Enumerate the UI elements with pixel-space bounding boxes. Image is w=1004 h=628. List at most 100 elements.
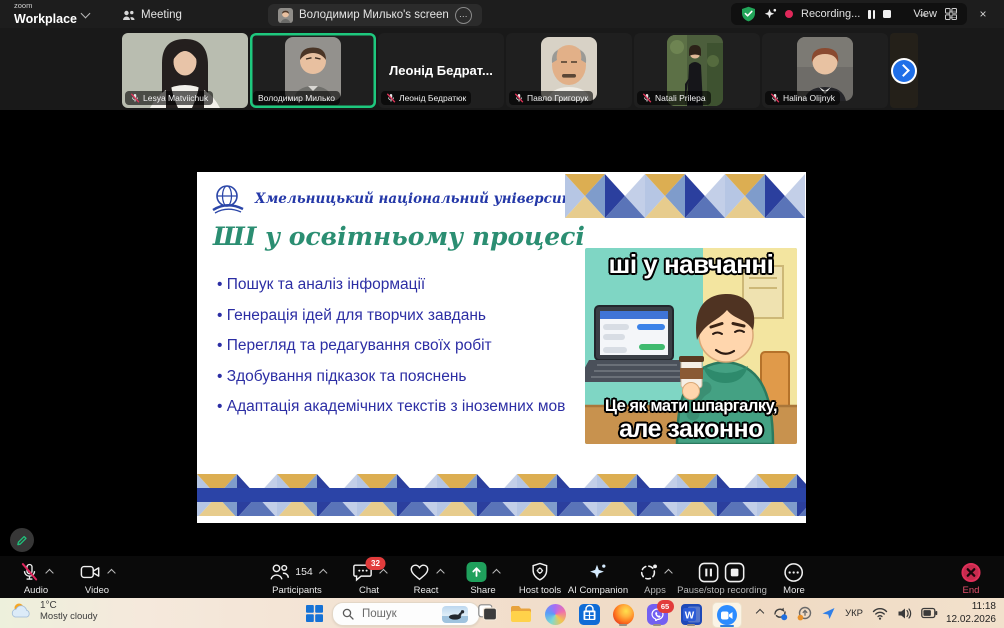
apps-options-chevron[interactable] <box>666 563 672 581</box>
slide-bullet: Здобування підказок та пояснень <box>217 368 565 386</box>
participants-strip: Lesya Matviichuk Володимир Милько Леонід… <box>0 28 1004 110</box>
end-meeting-icon <box>961 562 982 583</box>
task-view-button[interactable] <box>478 604 497 621</box>
close-button[interactable]: × <box>968 7 998 21</box>
firefox-icon[interactable] <box>610 602 636 626</box>
title-bar: zoom Workplace Meeting Володимир Милько'… <box>0 0 1004 28</box>
slide-bullet: Перегляд та редагування своїх робіт <box>217 337 565 355</box>
tab-shared-screen-label: Володимир Милько's screen <box>299 9 449 21</box>
search-icon <box>342 608 354 620</box>
meme-bottom-text-1: Це як мати шпаргалку, <box>585 397 797 416</box>
maximize-button[interactable]: □ <box>938 7 968 21</box>
mic-off-icon <box>130 93 140 103</box>
language-indicator[interactable]: УКР <box>845 608 863 619</box>
chat-button[interactable]: 32 Chat <box>352 561 387 596</box>
stop-recording-button[interactable] <box>883 10 891 18</box>
battery-icon[interactable] <box>921 607 938 619</box>
ai-companion-button[interactable]: AI Companion <box>568 561 628 596</box>
meeting-toolbar: Audio Video 154 Participants 32 <box>0 556 1004 598</box>
share-options-chevron[interactable] <box>494 563 500 581</box>
clock-time: 11:18 <box>946 601 996 614</box>
workspace-menu-chevron-icon[interactable] <box>81 9 91 19</box>
system-tray: УКР <box>757 598 938 628</box>
participants-button[interactable]: 154 Participants <box>268 561 326 596</box>
participant-tile-volodymyr[interactable]: Володимир Милько <box>250 33 376 108</box>
weather-widget[interactable]: 1°C Mostly cloudy <box>10 600 98 622</box>
annotate-button[interactable] <box>10 528 34 552</box>
participant-tile-lesya[interactable]: Lesya Matviichuk <box>122 33 248 108</box>
stop-recording-icon[interactable] <box>725 562 746 583</box>
host-tools-button[interactable]: Host tools <box>519 561 561 596</box>
tab-meeting[interactable]: Meeting <box>112 4 192 26</box>
audio-options-chevron[interactable] <box>47 563 53 581</box>
tab-meeting-label: Meeting <box>141 9 182 21</box>
window-controls: – □ × <box>908 0 998 28</box>
pause-recording-button[interactable] <box>868 10 875 19</box>
participant-tile-leonid[interactable]: Леонід Бедрат... Леонід Бедратюк <box>378 33 504 108</box>
participants-options-chevron[interactable] <box>320 563 326 581</box>
taskbar-search[interactable] <box>332 602 480 626</box>
search-input[interactable] <box>360 607 436 621</box>
taskbar-clock[interactable]: 11:18 12.02.2026 <box>946 601 996 626</box>
mic-off-icon <box>770 93 780 103</box>
participants-icon <box>268 562 290 582</box>
slide-decoration-bottom <box>197 474 806 516</box>
zoom-app-icon[interactable] <box>712 602 742 628</box>
meme-top-text: ші у навчанні <box>585 249 797 280</box>
slide-decoration-top <box>565 174 805 218</box>
start-button[interactable] <box>306 605 323 622</box>
people-icon <box>122 10 135 21</box>
minimize-button[interactable]: – <box>908 7 938 21</box>
windows-taskbar: 1°C Mostly cloudy <box>0 598 1004 628</box>
participant-name: Halina Olijnyk <box>783 93 835 103</box>
slide-bullet: Пошук та аналіз інформації <box>217 276 565 294</box>
slide-bullet: Адаптація академічних текстів з іноземни… <box>217 398 565 416</box>
meme-bottom-text-2: але законно <box>585 415 797 444</box>
file-explorer-icon[interactable] <box>508 602 534 626</box>
search-highlight-image[interactable] <box>442 606 468 623</box>
tab-shared-screen[interactable]: Володимир Милько's screen … <box>268 4 482 26</box>
copilot-icon[interactable] <box>542 602 568 626</box>
pause-recording-icon[interactable] <box>699 562 720 583</box>
next-participants-page <box>890 33 918 108</box>
university-logo <box>211 184 247 214</box>
sync-tray-icon[interactable] <box>772 606 788 621</box>
recording-dot-icon <box>785 10 793 18</box>
react-options-chevron[interactable] <box>438 563 444 581</box>
participant-tile-halina[interactable]: Halina Olijnyk <box>762 33 888 108</box>
security-shield-icon[interactable] <box>741 6 756 22</box>
audio-button[interactable]: Audio <box>20 561 53 596</box>
word-icon[interactable]: W <box>678 602 704 626</box>
viber-icon[interactable]: 65 <box>644 602 670 626</box>
tray-expand-chevron-icon[interactable] <box>756 609 764 617</box>
next-page-button[interactable] <box>893 60 915 82</box>
more-button[interactable]: More <box>783 561 805 596</box>
participant-name: Леонід Бедратюк <box>399 93 466 103</box>
end-meeting-button[interactable]: End <box>961 561 982 596</box>
video-button[interactable]: Video <box>80 561 115 596</box>
more-ellipsis-icon <box>784 562 805 583</box>
participant-tile-natali[interactable]: Natali Prilepa <box>634 33 760 108</box>
tab-options-icon[interactable]: … <box>455 7 472 24</box>
share-button[interactable]: Share <box>467 561 500 596</box>
ai-sparkle-icon[interactable] <box>764 8 777 21</box>
mic-muted-icon <box>20 561 40 583</box>
react-button[interactable]: React <box>409 561 444 596</box>
participant-tile-pavlo[interactable]: Павло Григорук <box>506 33 632 108</box>
pencil-icon <box>16 534 28 547</box>
microsoft-store-icon[interactable] <box>576 602 602 626</box>
video-options-chevron[interactable] <box>109 563 115 581</box>
share-screen-icon <box>467 562 487 582</box>
update-tray-icon[interactable] <box>797 606 812 621</box>
shared-screen-stage: Хмельницький національний університет <box>0 110 1004 556</box>
pause-stop-recording-button[interactable]: Pause/stop recording <box>677 561 767 596</box>
zoom-workplace-window: zoom Workplace Meeting Володимир Милько'… <box>0 0 1004 628</box>
location-tray-icon[interactable] <box>821 606 836 620</box>
mic-off-icon <box>386 93 396 103</box>
recording-label: Recording... <box>801 8 860 20</box>
wifi-icon[interactable] <box>872 607 888 620</box>
volume-icon[interactable] <box>897 607 912 620</box>
slide-title: ШІ у освітньому процесі <box>213 222 585 251</box>
presentation-slide: Хмельницький національний університет <box>197 172 806 523</box>
apps-button[interactable]: Apps <box>639 561 672 596</box>
